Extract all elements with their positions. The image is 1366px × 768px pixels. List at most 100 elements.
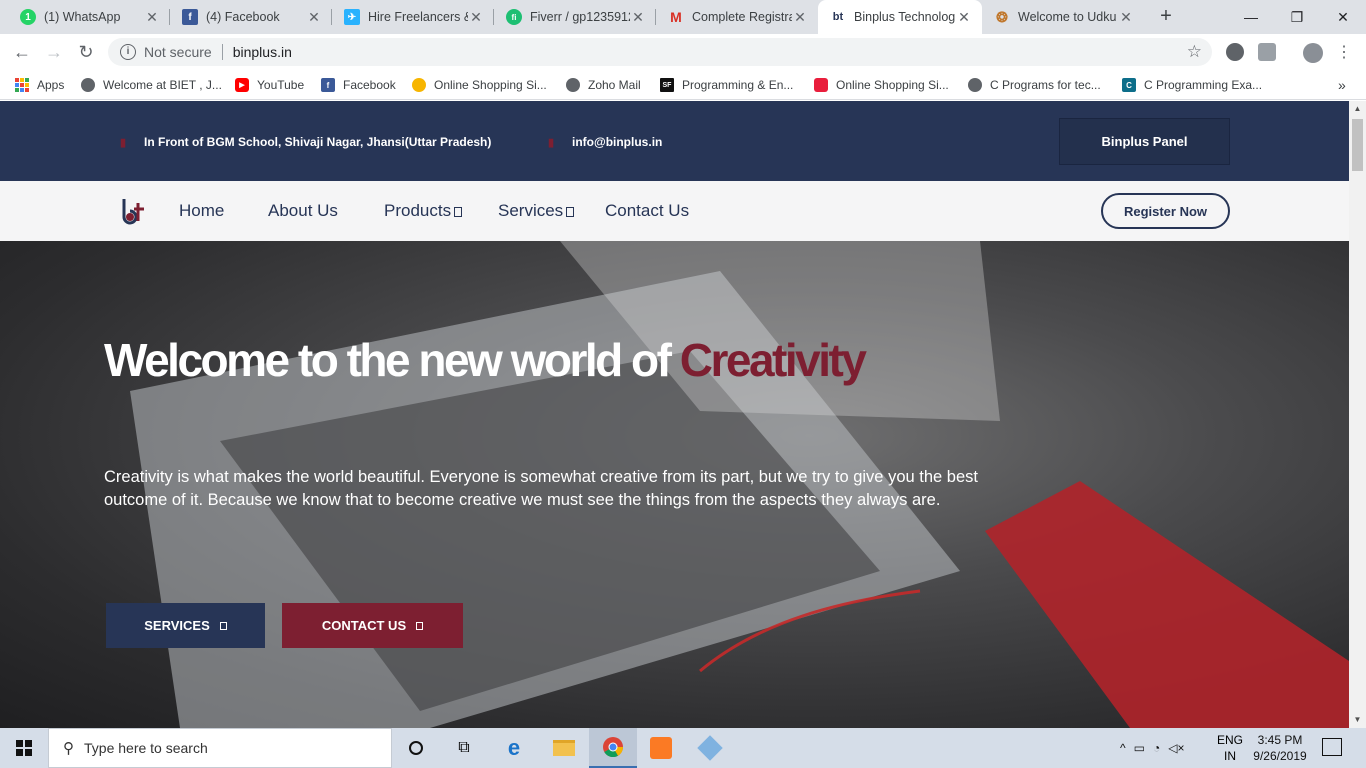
chrome-taskbar-icon[interactable] [589, 728, 637, 768]
tab-title: Hire Freelancers & [368, 10, 468, 24]
wifi-icon[interactable]: ◔ [1153, 741, 1160, 755]
close-icon[interactable]: ✕ [144, 9, 160, 26]
email-text[interactable]: info@binplus.in [572, 135, 662, 149]
bookmark-label: Welcome at BIET , J... [103, 78, 222, 92]
cube-app-icon[interactable] [686, 728, 734, 768]
nav-home[interactable]: Home [179, 201, 224, 221]
tab-facebook[interactable]: f (4) Facebook ✕ [170, 0, 332, 34]
menu-dots-icon[interactable]: ⋮ [1336, 42, 1352, 62]
bookmarks-overflow-button[interactable]: » [1338, 76, 1346, 94]
security-label: Not secure [144, 44, 212, 60]
close-icon[interactable]: ✕ [630, 9, 646, 26]
shopping-icon [814, 78, 828, 92]
file-explorer-icon[interactable] [540, 728, 588, 768]
cortana-icon[interactable] [392, 728, 440, 768]
close-icon[interactable]: ✕ [792, 9, 808, 26]
minimize-button[interactable]: — [1228, 0, 1274, 34]
close-icon[interactable]: ✕ [1118, 9, 1134, 26]
nav-services[interactable]: Services [498, 201, 575, 221]
bookmark-flipkart[interactable]: Online Shopping Si... [412, 76, 547, 94]
notifications-icon[interactable] [1322, 738, 1342, 756]
binplus-logo[interactable] [120, 195, 148, 227]
bookmark-facebook[interactable]: f Facebook [321, 76, 396, 94]
new-tab-button[interactable]: + [1154, 5, 1178, 29]
task-view-icon[interactable]: ⧉ [440, 728, 488, 768]
page-scrollbar[interactable]: ▲ ▼ [1349, 101, 1366, 728]
nav-products[interactable]: Products [384, 201, 463, 221]
battery-icon[interactable]: ▭ [1134, 741, 1145, 755]
profile-avatar[interactable] [1303, 43, 1323, 63]
address-info: ▮ In Front of BGM School, Shivaji Nagar,… [120, 135, 491, 149]
bookmark-star-icon[interactable]: ☆ [1187, 42, 1202, 62]
info-icon[interactable]: i [120, 44, 136, 60]
start-button[interactable] [0, 728, 48, 768]
gmail-icon: M [670, 9, 682, 25]
browser-toolbar: ← → ↻ i Not secure binplus.in ☆ ⋮ [0, 34, 1366, 70]
binplus-panel-button[interactable]: Binplus Panel [1059, 118, 1230, 165]
bookmarks-bar: Apps Welcome at BIET , J... ▶ YouTube f … [0, 70, 1366, 100]
youtube-icon: ▶ [235, 78, 249, 92]
close-icon[interactable]: ✕ [468, 9, 484, 26]
xampp-icon[interactable] [637, 728, 685, 768]
close-icon[interactable]: ✕ [306, 9, 322, 26]
tab-fiverr[interactable]: fi Fiverr / gp1235912 ✕ [494, 0, 656, 34]
apps-grid-icon [15, 78, 29, 92]
tab-title: (4) Facebook [206, 10, 280, 24]
globe-icon [566, 78, 580, 92]
volume-mute-icon[interactable]: ◁× [1168, 741, 1184, 755]
nav-contact-us[interactable]: Contact Us [605, 201, 689, 221]
maximize-button[interactable]: ❐ [1274, 0, 1320, 34]
bookmark-programming[interactable]: SF Programming & En... [660, 76, 793, 94]
bookmark-c-programming[interactable]: C C Programming Exa... [1122, 76, 1262, 94]
close-icon[interactable]: ✕ [956, 9, 972, 26]
scroll-down-icon[interactable]: ▼ [1349, 712, 1366, 728]
tab-whatsapp[interactable]: 1 (1) WhatsApp ✕ [8, 0, 170, 34]
chevron-down-icon [566, 206, 575, 217]
scrollbar-thumb[interactable] [1352, 119, 1363, 171]
bookmark-zoho[interactable]: Zoho Mail [566, 76, 641, 94]
extension-icon[interactable] [1226, 43, 1244, 61]
taskbar-search-box[interactable]: ⚲ Type here to search [48, 728, 392, 768]
tab-udku[interactable]: ❂ Welcome to Udku ✕ [982, 0, 1144, 34]
bookmark-label: Online Shopping Si... [434, 78, 547, 92]
nav-about-us[interactable]: About Us [268, 201, 338, 221]
reload-button[interactable]: ↻ [74, 40, 98, 64]
taskbar-search-placeholder: Type here to search [84, 740, 208, 756]
bookmark-c-programs[interactable]: C Programs for tec... [968, 76, 1101, 94]
binplus-icon: bt [832, 11, 844, 23]
tab-title: (1) WhatsApp [44, 10, 121, 24]
clock-time: 3:45 PM [1257, 733, 1303, 747]
bookmark-label: Facebook [343, 78, 396, 92]
bookmark-shopping[interactable]: Online Shopping Si... [814, 76, 949, 94]
forward-button[interactable]: → [42, 40, 66, 64]
url-text[interactable]: binplus.in [233, 44, 1187, 60]
location-icon: ▮ [120, 137, 127, 149]
tab-gmail[interactable]: M Complete Registra ✕ [656, 0, 818, 34]
back-button[interactable]: ← [10, 40, 34, 64]
tab-title: Fiverr / gp1235912 [530, 10, 630, 24]
chevron-up-icon[interactable]: ^ [1120, 741, 1126, 755]
register-now-button[interactable]: Register Now [1101, 193, 1230, 229]
page-viewport: ▮ In Front of BGM School, Shivaji Nagar,… [0, 101, 1349, 728]
clock[interactable]: 3:45 PM 9/26/2019 [1240, 732, 1320, 764]
address-bar[interactable]: i Not secure binplus.in ☆ [108, 38, 1212, 66]
close-window-button[interactable]: ✕ [1320, 0, 1366, 34]
bookmark-youtube[interactable]: ▶ YouTube [235, 76, 304, 94]
bookmark-biet[interactable]: Welcome at BIET , J... [81, 76, 222, 94]
extension-cube-icon[interactable] [1258, 43, 1276, 61]
facebook-icon: f [182, 9, 198, 25]
tab-title: Binplus Technolog [854, 10, 956, 24]
arrow-icon [416, 621, 424, 630]
services-button[interactable]: SERVICES [106, 603, 265, 648]
tab-freelancer[interactable]: ✈ Hire Freelancers & ✕ [332, 0, 494, 34]
flipkart-icon [412, 78, 426, 92]
contact-us-button[interactable]: CONTACT US [282, 603, 463, 648]
hero-title: Welcome to the new world of Creativity [104, 333, 867, 387]
edge-icon[interactable]: e [490, 728, 538, 768]
scroll-up-icon[interactable]: ▲ [1349, 101, 1366, 117]
bookmark-label: Apps [37, 78, 65, 92]
clock-date: 9/26/2019 [1253, 749, 1307, 763]
bookmark-label: YouTube [257, 78, 305, 92]
tab-binplus[interactable]: bt Binplus Technolog ✕ [818, 0, 982, 34]
bookmark-apps[interactable]: Apps [15, 76, 64, 94]
